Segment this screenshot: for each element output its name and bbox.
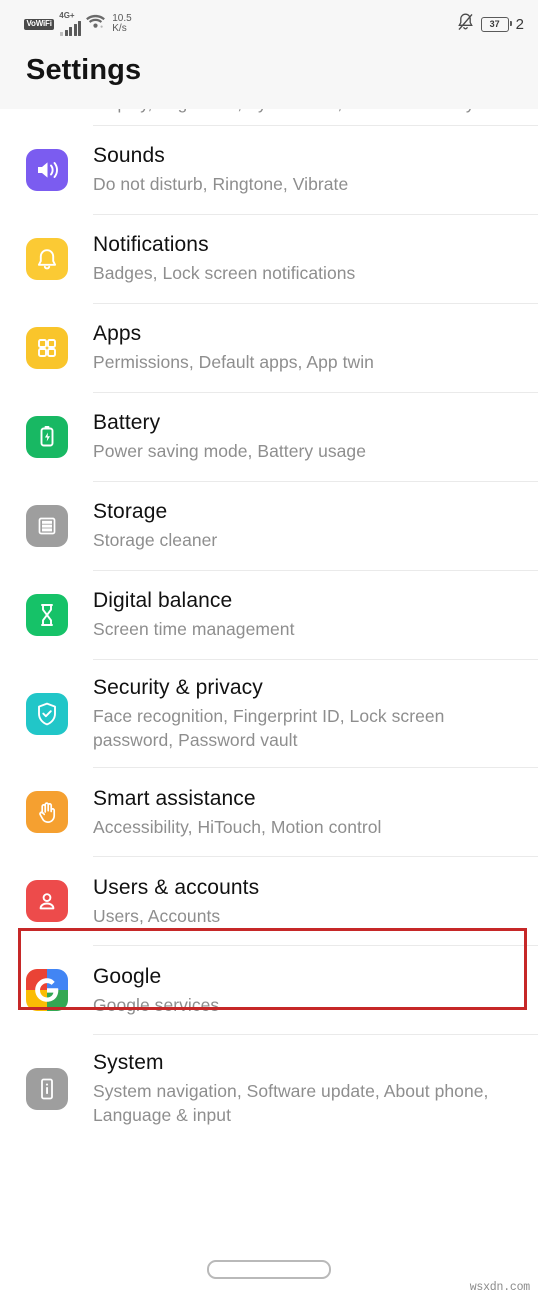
row-subtitle: Face recognition, Fingerprint ID, Lock s…: [93, 705, 445, 751]
google-logo-icon: [25, 969, 68, 1012]
user-account-icon: [25, 880, 68, 923]
hourglass-icon: [25, 594, 68, 636]
storage-stack-icon: [25, 505, 68, 547]
cellular-signal-icon: 4G+: [59, 10, 82, 36]
status-clock: 2: [515, 15, 524, 33]
row-title: Google: [93, 964, 162, 988]
data-speed-unit: K/s: [112, 23, 127, 34]
icon-cell: [0, 969, 93, 1012]
row-title: Apps: [93, 322, 142, 346]
icon-cell: [0, 416, 93, 458]
settings-row-apps[interactable]: Apps Permissions, Default apps, App twin: [0, 304, 538, 392]
row-title: Smart assistance: [93, 786, 256, 810]
row-body: Smart assistance Accessibility, HiTouch,…: [93, 771, 520, 854]
row-title: Sounds: [93, 144, 165, 168]
settings-row-storage[interactable]: Storage Storage cleaner: [0, 482, 538, 570]
watermark: wsxdn.com: [469, 1281, 531, 1294]
row-title: Security & privacy: [93, 676, 263, 699]
icon-cell: [0, 880, 93, 923]
status-bar-left: VoWiFi 4G+ 10.5 K/s: [24, 10, 132, 36]
row-subtitle: Permissions, Default apps, App twin: [93, 352, 374, 373]
page-header: Settings: [0, 48, 538, 109]
bell-muted-icon: [457, 13, 474, 36]
row-subtitle: Storage cleaner: [93, 530, 218, 551]
row-body: Storage Storage cleaner: [93, 484, 520, 567]
row-subtitle: Badges, Lock screen notifications: [93, 263, 356, 284]
battery-charging-icon: [25, 416, 68, 458]
row-body: Sounds Do not disturb, Ringtone, Vibrate: [93, 128, 520, 211]
row-title: Battery: [93, 411, 161, 435]
row-body: System System navigation, Software updat…: [93, 1035, 520, 1142]
row-subtitle: System navigation, Software update, Abou…: [93, 1081, 489, 1126]
row-body: Security & privacy Face recognition, Fin…: [93, 660, 520, 767]
row-title: Users & accounts: [93, 875, 260, 899]
row-subtitle: Do not disturb, Ringtone, Vibrate: [93, 174, 349, 195]
row-title: System: [93, 1051, 164, 1075]
battery-icon: 37: [480, 16, 512, 32]
row-body: Users & accounts Users, Accounts: [93, 860, 520, 943]
status-bar-right: 37 2: [457, 13, 524, 36]
network-type-label: 4G+: [59, 10, 75, 20]
speaker-icon: [25, 149, 68, 191]
row-subtitle: Users, Accounts: [93, 905, 221, 926]
settings-row-smart-assistance[interactable]: Smart assistance Accessibility, HiTouch,…: [0, 768, 538, 857]
icon-cell: [0, 692, 93, 735]
row-title: Digital balance: [93, 589, 233, 613]
row-body: Notifications Badges, Lock screen notifi…: [93, 217, 520, 300]
shield-check-icon: [25, 692, 68, 735]
page-title: Settings: [26, 54, 142, 86]
settings-row-battery[interactable]: Battery Power saving mode, Battery usage: [0, 393, 538, 481]
row-body: Battery Power saving mode, Battery usage: [93, 395, 520, 478]
partial-row-above[interactable]: Display, Brightness, Eye comfort, Home s…: [0, 109, 538, 125]
icon-cell: [0, 1067, 93, 1110]
row-body: Google Google services: [93, 949, 520, 1032]
icon-cell: [0, 594, 93, 636]
settings-row-users-accounts[interactable]: Users & accounts Users, Accounts: [0, 857, 538, 946]
gesture-navigation-bar[interactable]: [0, 1238, 538, 1300]
settings-row-sounds[interactable]: Sounds Do not disturb, Ringtone, Vibrate: [0, 126, 538, 214]
icon-cell: [0, 238, 93, 280]
row-subtitle: Screen time management: [93, 619, 295, 640]
settings-row-security-privacy[interactable]: Security & privacy Face recognition, Fin…: [0, 660, 538, 768]
icon-cell: [0, 327, 93, 369]
battery-percentage: 37: [489, 18, 500, 29]
settings-row-google[interactable]: Google Google services: [0, 946, 538, 1035]
gesture-navigation-pill[interactable]: [207, 1259, 331, 1279]
row-body: Digital balance Screen time management: [93, 573, 520, 656]
wifi-icon: [86, 14, 106, 34]
settings-row-system[interactable]: System System navigation, Software updat…: [0, 1035, 538, 1143]
hand-icon: [25, 791, 68, 834]
row-body: Apps Permissions, Default apps, App twin: [93, 306, 520, 389]
row-title: Storage: [93, 500, 168, 524]
settings-list[interactable]: Display, Brightness, Eye comfort, Home s…: [0, 109, 538, 1143]
status-bar: VoWiFi 4G+ 10.5 K/s 37 2: [0, 0, 538, 48]
bell-icon: [25, 238, 68, 280]
data-speed-value: 10.5: [112, 12, 132, 24]
app-grid-icon: [25, 327, 68, 369]
partial-row-label: Display, Brightness, Eye comfort, Home s…: [93, 109, 488, 114]
vowifi-badge: VoWiFi: [24, 18, 55, 30]
icon-cell: [0, 149, 93, 191]
icon-cell: [0, 505, 93, 547]
row-title: Notifications: [93, 233, 209, 257]
row-subtitle: Power saving mode, Battery usage: [93, 441, 366, 462]
row-subtitle: Accessibility, HiTouch, Motion control: [93, 816, 382, 837]
settings-row-notifications[interactable]: Notifications Badges, Lock screen notifi…: [0, 215, 538, 303]
icon-cell: [0, 791, 93, 834]
signal-bars: [60, 20, 82, 36]
settings-row-digital-balance[interactable]: Digital balance Screen time management: [0, 571, 538, 659]
row-subtitle: Google services: [93, 994, 220, 1015]
data-speed: 10.5 K/s: [112, 12, 132, 35]
phone-info-icon: [25, 1067, 68, 1110]
